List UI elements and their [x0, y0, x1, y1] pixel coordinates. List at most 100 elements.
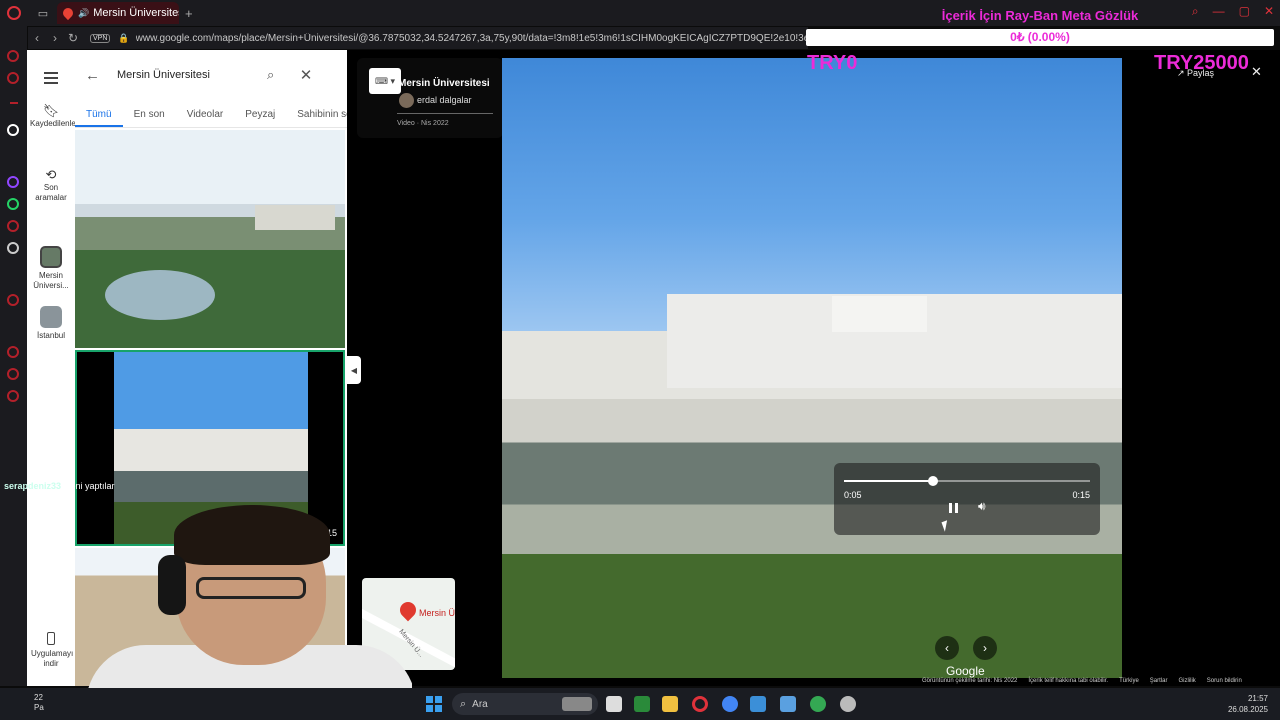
search-input[interactable]: Mersin Üniversitesi — [117, 69, 267, 81]
forward-icon[interactable]: › — [46, 31, 64, 45]
player-icon[interactable] — [7, 72, 19, 84]
total-time: 0:15 — [1072, 490, 1090, 500]
opera-sidebar — [0, 26, 27, 686]
clock-time: 21:57 — [1247, 694, 1268, 703]
current-time: 0:05 — [844, 490, 862, 500]
lock-icon[interactable]: 🔒 — [118, 33, 129, 44]
chrome-icon[interactable] — [722, 696, 738, 712]
divider — [397, 113, 493, 114]
app-icon[interactable] — [750, 696, 766, 712]
nav-place-label: İstanbul — [36, 331, 66, 340]
media-title[interactable]: Mersin Üniversitesi — [398, 78, 490, 89]
opera-logo-icon[interactable] — [7, 6, 21, 20]
footer-terms[interactable]: Şartlar — [1150, 678, 1168, 684]
clear-icon[interactable]: ✕ — [293, 66, 319, 84]
app-icon[interactable] — [840, 696, 856, 712]
footer-capture-date: Görüntünün çekilme tarihi: Nis 2022 — [922, 678, 1018, 684]
back-arrow-icon[interactable]: ← — [85, 67, 107, 84]
webcam-overlay — [66, 495, 412, 720]
instagram-icon[interactable] — [7, 220, 19, 232]
whatsapp-icon[interactable] — [7, 198, 19, 210]
photo-building — [255, 205, 335, 230]
seek-bar[interactable] — [844, 476, 1090, 486]
webcam-headphone — [158, 555, 186, 615]
clock-date: 26.08.2025 — [1227, 705, 1268, 714]
app-icon[interactable] — [780, 696, 796, 712]
url-field[interactable]: www.google.com/maps/place/Mersin+Ünivers… — [136, 33, 806, 44]
flow-icon[interactable] — [7, 368, 19, 380]
video-building-top — [832, 296, 927, 332]
volume-icon[interactable]: 🔊︎ — [978, 499, 986, 514]
nav-saved[interactable]: 🔖︎ Kaydedilenler — [27, 103, 78, 129]
menu-icon[interactable] — [44, 72, 58, 87]
previous-button[interactable]: ‹ — [935, 636, 959, 660]
history-icon[interactable] — [7, 294, 19, 306]
reload-icon[interactable]: ↻ — [64, 31, 82, 45]
nav-recent[interactable]: ⟲ Son aramalar — [27, 167, 75, 203]
search-box: ← Mersin Üniversitesi ⌕ ✕ — [85, 60, 341, 90]
system-clock[interactable]: 21:57 26.08.2025 — [1228, 693, 1268, 715]
vpn-badge[interactable]: VPN — [90, 33, 111, 43]
search-icon: ⌕ — [460, 697, 467, 710]
opera-taskbar-icon[interactable] — [692, 696, 708, 712]
tab-all[interactable]: Tümü — [75, 102, 123, 127]
start-button[interactable] — [426, 696, 442, 712]
pause-button[interactable] — [946, 501, 960, 515]
weather-temp: 22 — [34, 693, 43, 702]
footer-copyright: İçerik telif hakkına tabi olabilir. — [1028, 678, 1109, 684]
minimap-label: Mersin Ü — [419, 608, 455, 618]
settings-icon[interactable] — [7, 390, 19, 402]
separator — [10, 102, 18, 104]
back-icon[interactable]: ‹ — [28, 31, 46, 45]
chat-message: serapdeniz33: yeni yaptılar — [4, 481, 115, 491]
chrome-icon[interactable] — [810, 696, 826, 712]
clock-icon[interactable] — [7, 346, 19, 358]
stream-goal-title: İçerik İçin Ray-Ban Meta Gözlük — [941, 8, 1139, 23]
speaker-icon[interactable]: 🔊 — [78, 8, 89, 19]
photo-thumbnail[interactable] — [75, 130, 345, 348]
seek-bar-fill — [844, 480, 933, 482]
taskbar-search[interactable]: ⌕ Ara — [452, 693, 598, 715]
tab-landscape[interactable]: Peyzaj — [234, 102, 286, 127]
media-author[interactable]: erdal dalgalar — [417, 95, 472, 105]
next-button[interactable]: › — [973, 636, 997, 660]
nav-recent-label: Son aramalar — [35, 183, 67, 202]
nav-place-istanbul[interactable]: İstanbul — [27, 306, 75, 341]
viewer-footer: Görüntünün çekilme tarihi: Nis 2022 İçer… — [922, 678, 1242, 684]
weather-widget[interactable]: 22 Pa — [12, 693, 44, 713]
footer-privacy[interactable]: Gizlilik — [1178, 678, 1195, 684]
messenger-icon[interactable] — [7, 50, 19, 62]
seek-bar-knob[interactable] — [927, 476, 938, 486]
bookmark-icon: 🔖︎ — [42, 103, 60, 118]
tab-owner[interactable]: Sahibinin sec — [286, 102, 347, 127]
browser-tab[interactable]: 🔊 Mersin Üniversitesi - G — [57, 2, 179, 24]
photo-pond — [105, 270, 215, 320]
stream-goal-target: TRY25000 — [1154, 52, 1249, 74]
footer-report[interactable]: Sorun bildirin — [1207, 678, 1242, 684]
aria-icon[interactable] — [7, 124, 19, 136]
history-icon: ⟲ — [45, 167, 57, 182]
phone-icon — [47, 632, 55, 645]
search-icon[interactable]: ⌕ — [267, 67, 293, 83]
twitch-icon[interactable] — [7, 176, 19, 188]
app-icon[interactable] — [634, 696, 650, 712]
tab-latest[interactable]: En son — [123, 102, 176, 127]
keyboard-icon[interactable]: ⌨ ▾ — [369, 68, 401, 94]
avatar[interactable] — [399, 93, 414, 108]
footer-country[interactable]: Türkiye — [1119, 678, 1139, 684]
file-explorer-icon[interactable] — [662, 696, 678, 712]
new-tab-icon[interactable]: + — [185, 6, 193, 21]
collapse-panel-button[interactable]: ◀ — [347, 356, 361, 384]
video-controls: 0:05 0:15 🔊︎ — [834, 463, 1100, 535]
media-meta: Video · Nis 2022 — [397, 120, 449, 127]
tab-menu-icon[interactable]: ▭ — [35, 5, 51, 21]
tab-videos[interactable]: Videolar — [176, 102, 235, 127]
x-icon[interactable] — [7, 242, 19, 254]
close-viewer-icon[interactable]: ✕ — [1251, 64, 1262, 80]
video-frame[interactable]: 0:05 0:15 🔊︎ ‹ › Google — [502, 58, 1122, 678]
weather-text: Pa — [34, 703, 44, 712]
taskbar: 22 Pa ⌕ Ara 21:57 26.08.2025 — [0, 688, 1280, 720]
task-view-icon[interactable] — [606, 696, 622, 712]
nav-place-mersin[interactable]: Mersin Üniversi... — [27, 246, 75, 291]
stream-goal-bar: 0₺ (0.00%) — [806, 29, 1274, 46]
